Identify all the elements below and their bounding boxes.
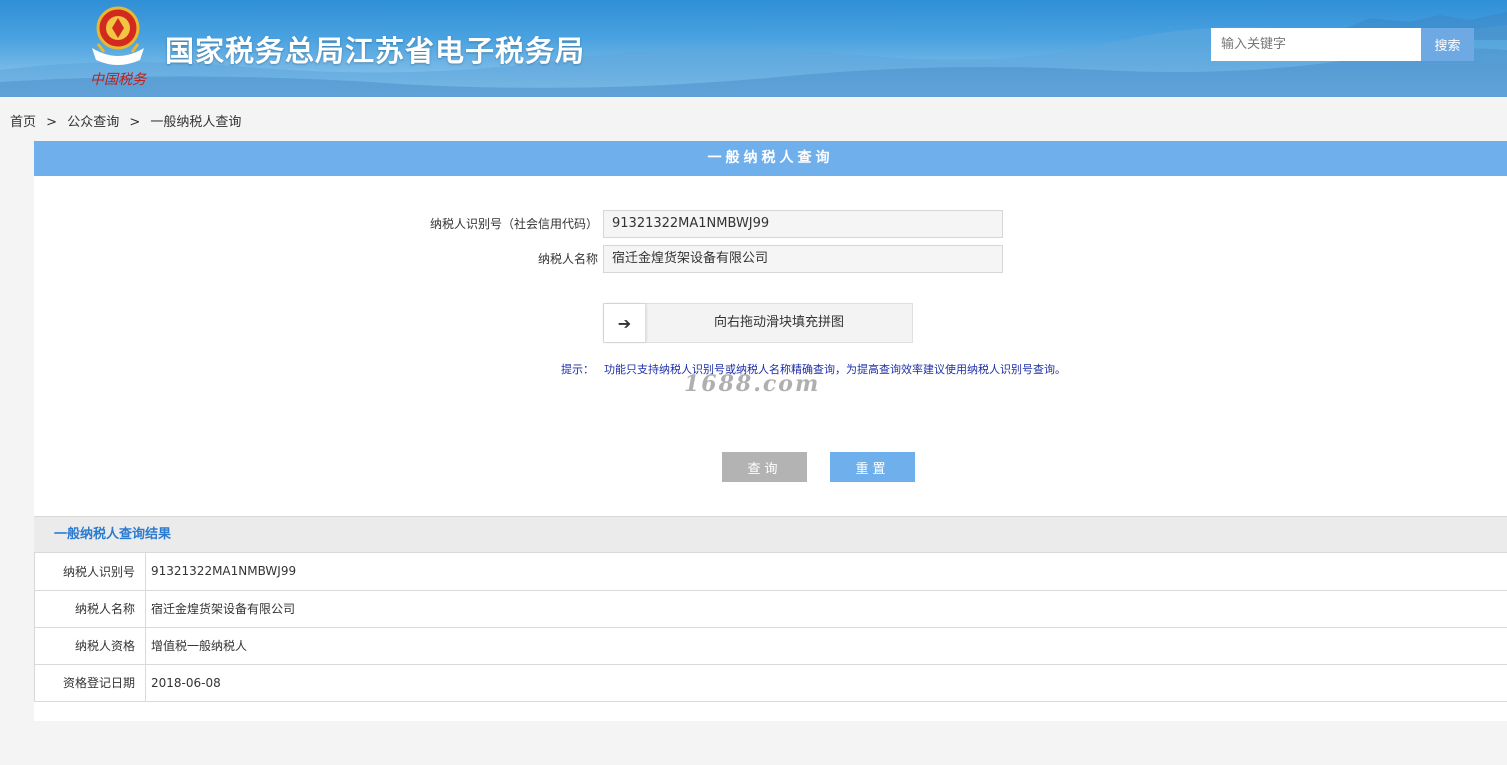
result-key: 资格登记日期 bbox=[34, 664, 146, 702]
results-section: 一般纳税人查询结果 纳税人识别号 91321322MA1NMBWJ99 纳税人名… bbox=[34, 516, 1507, 702]
result-value: 91321322MA1NMBWJ99 bbox=[145, 553, 1507, 591]
breadcrumb-public-query[interactable]: 公众查询 bbox=[67, 115, 119, 130]
site-title: 国家税务总局江苏省电子税务局 bbox=[165, 34, 586, 68]
query-panel: 一般纳税人查询 纳税人识别号（社会信用代码） 91321322MA1NMBWJ9… bbox=[34, 141, 1507, 721]
tax-emblem-logo: 中国税务 bbox=[90, 6, 147, 88]
breadcrumb-separator: > bbox=[129, 115, 141, 130]
breadcrumb-current: 一般纳税人查询 bbox=[150, 115, 242, 130]
result-value: 宿迁金煌货架设备有限公司 bbox=[145, 590, 1507, 628]
breadcrumb-separator: > bbox=[46, 115, 58, 130]
table-row: 纳税人识别号 91321322MA1NMBWJ99 bbox=[34, 553, 1507, 591]
result-value: 增值税一般纳税人 bbox=[145, 627, 1507, 665]
query-button[interactable]: 查询 bbox=[722, 452, 807, 482]
table-row: 纳税人名称 宿迁金煌货架设备有限公司 bbox=[34, 590, 1507, 628]
table-row: 资格登记日期 2018-06-08 bbox=[34, 664, 1507, 702]
results-title: 一般纳税人查询结果 bbox=[34, 517, 1507, 553]
reset-button[interactable]: 重置 bbox=[830, 452, 915, 482]
emblem-caption: 中国税务 bbox=[90, 72, 147, 88]
taxpayer-id-input[interactable]: 91321322MA1NMBWJ99 bbox=[603, 210, 1003, 238]
result-key: 纳税人名称 bbox=[34, 590, 146, 628]
breadcrumb: 首页 > 公众查询 > 一般纳税人查询 bbox=[10, 111, 241, 130]
result-value: 2018-06-08 bbox=[145, 664, 1507, 702]
watermark: 1688.com bbox=[684, 371, 821, 397]
hint-label: 提示： bbox=[561, 363, 594, 376]
taxpayer-name-label: 纳税人名称 bbox=[537, 252, 598, 266]
taxpayer-name-input[interactable]: 宿迁金煌货架设备有限公司 bbox=[603, 245, 1003, 273]
captcha-slider[interactable]: ➔ 向右拖动滑块填充拼图 bbox=[603, 303, 913, 343]
results-table: 纳税人识别号 91321322MA1NMBWJ99 纳税人名称 宿迁金煌货架设备… bbox=[34, 553, 1507, 702]
slider-handle[interactable]: ➔ bbox=[604, 304, 646, 342]
table-row: 纳税人资格 增值税一般纳税人 bbox=[34, 627, 1507, 665]
breadcrumb-home[interactable]: 首页 bbox=[10, 115, 36, 130]
taxpayer-id-label: 纳税人识别号（社会信用代码） bbox=[429, 217, 598, 231]
result-key: 纳税人识别号 bbox=[34, 553, 146, 591]
arrow-right-icon: ➔ bbox=[617, 313, 632, 333]
search-input[interactable] bbox=[1211, 28, 1421, 61]
site-header: 中国税务 国家税务总局江苏省电子税务局 搜索 bbox=[0, 0, 1507, 97]
search-button[interactable]: 搜索 bbox=[1421, 28, 1474, 61]
panel-title: 一般纳税人查询 bbox=[34, 141, 1507, 176]
slider-instruction: 向右拖动滑块填充拼图 bbox=[713, 315, 844, 330]
hint-message: 功能只支持纳税人识别号或纳税人名称精确查询，为提高查询效率建议使用纳税人识别号查… bbox=[604, 363, 1066, 376]
result-key: 纳税人资格 bbox=[34, 627, 146, 665]
